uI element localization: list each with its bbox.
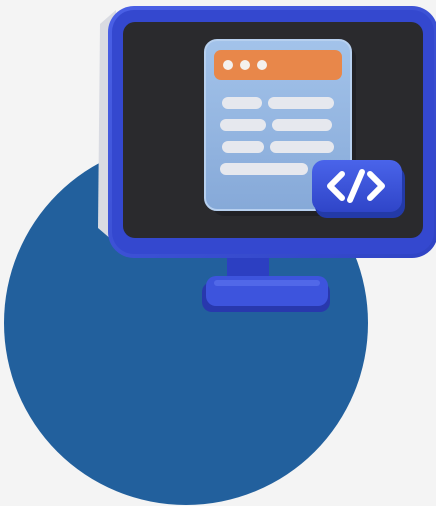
window-dot-1 [223,60,233,70]
window-dot-2 [240,60,250,70]
text-line [268,97,334,109]
text-line [222,141,264,153]
text-line [220,163,308,175]
monitor-illustration [4,6,436,505]
window-titlebar [214,50,342,80]
illustration-scene [0,0,436,506]
text-line [220,119,266,131]
text-line [270,141,334,153]
window-dot-3 [257,60,267,70]
monitor-stand-base-highlight [214,280,320,286]
text-line [272,119,332,131]
text-line [222,97,262,109]
